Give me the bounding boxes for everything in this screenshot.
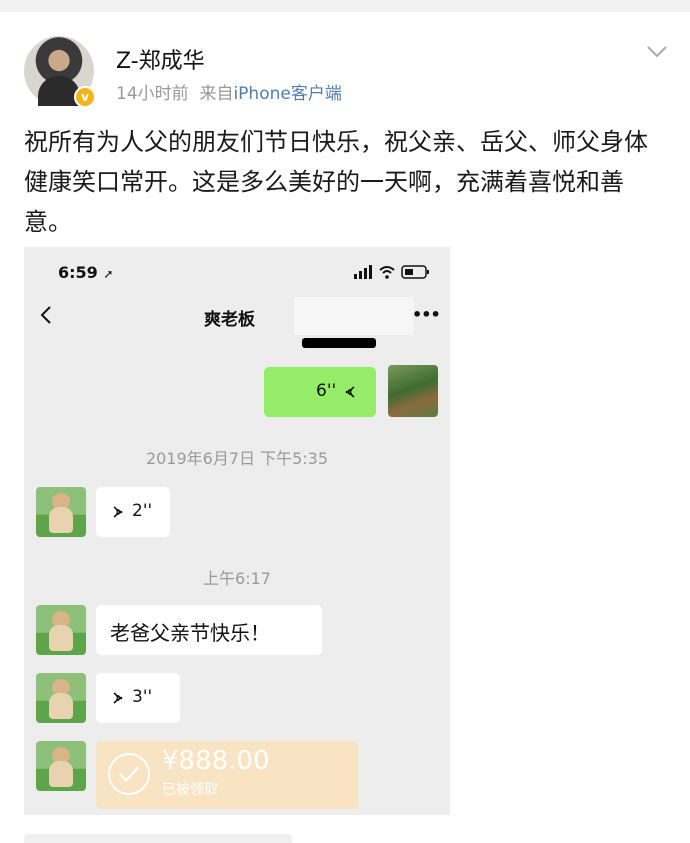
contact-avatar[interactable] — [36, 605, 86, 655]
transfer-message[interactable]: ¥888.00 已被领取 — [96, 741, 358, 809]
own-avatar — [388, 365, 438, 417]
status-icons — [354, 265, 429, 279]
status-time: 6:59 ➚ — [58, 263, 114, 282]
voice-wave-icon — [345, 386, 355, 398]
redaction-bar — [302, 338, 376, 348]
back-arrow-icon[interactable] — [38, 304, 54, 326]
post-time: 14小时前 — [116, 84, 189, 104]
chevron-down-icon[interactable] — [646, 40, 668, 62]
username[interactable]: Z-郑成华 — [116, 43, 205, 75]
voice-wave-icon — [113, 692, 123, 704]
source-prefix: 来自 — [199, 84, 234, 104]
voice-length: 3'' — [132, 687, 153, 707]
voice-length: 2'' — [132, 501, 153, 521]
transfer-status: 已被领取 — [162, 782, 218, 798]
more-icon[interactable]: ••• — [412, 305, 441, 325]
top-divider — [0, 0, 690, 12]
voice-length: 6'' — [316, 381, 337, 401]
post-meta: 14小时前 来自iPhone客户端 — [116, 79, 342, 104]
voice-message-right[interactable]: 6'' — [264, 367, 376, 417]
wifi-icon — [379, 266, 395, 274]
contact-avatar[interactable] — [36, 741, 86, 791]
bottom-card-edge — [24, 834, 292, 843]
post-body-text: 祝所有为人父的朋友们节日快乐，祝父亲、岳父、师父身体健康笑口常开。这是多么美好的… — [24, 128, 648, 236]
chat-title: 爽老板 — [204, 310, 255, 330]
transfer-amount: ¥888.00 — [162, 746, 270, 776]
voice-wave-icon — [113, 506, 123, 518]
text-message-left[interactable]: 老爸父亲节快乐！ — [96, 605, 322, 655]
chat-screenshot-image[interactable]: 6:59 ➚ 爽老板 ••• 6'' 2019年6月7日 下午5:35 2'' … — [24, 247, 450, 815]
post-source-link[interactable]: iPhone客户端 — [233, 84, 341, 104]
voice-message-left[interactable]: 3'' — [96, 673, 180, 723]
contact-avatar[interactable] — [36, 673, 86, 723]
contact-avatar[interactable] — [36, 487, 86, 537]
voice-message-left[interactable]: 2'' — [96, 487, 170, 537]
signal-icon — [354, 265, 372, 279]
battery-icon — [401, 265, 429, 279]
verified-badge-icon: v — [74, 86, 96, 108]
blurred-area — [294, 297, 414, 335]
chat-timestamp: 2019年6月7日 下午5:35 — [145, 449, 329, 468]
chat-timestamp: 上午6:17 — [203, 569, 271, 588]
message-text: 老爸父亲节快乐！ — [110, 621, 270, 645]
check-circle-icon — [108, 753, 150, 795]
